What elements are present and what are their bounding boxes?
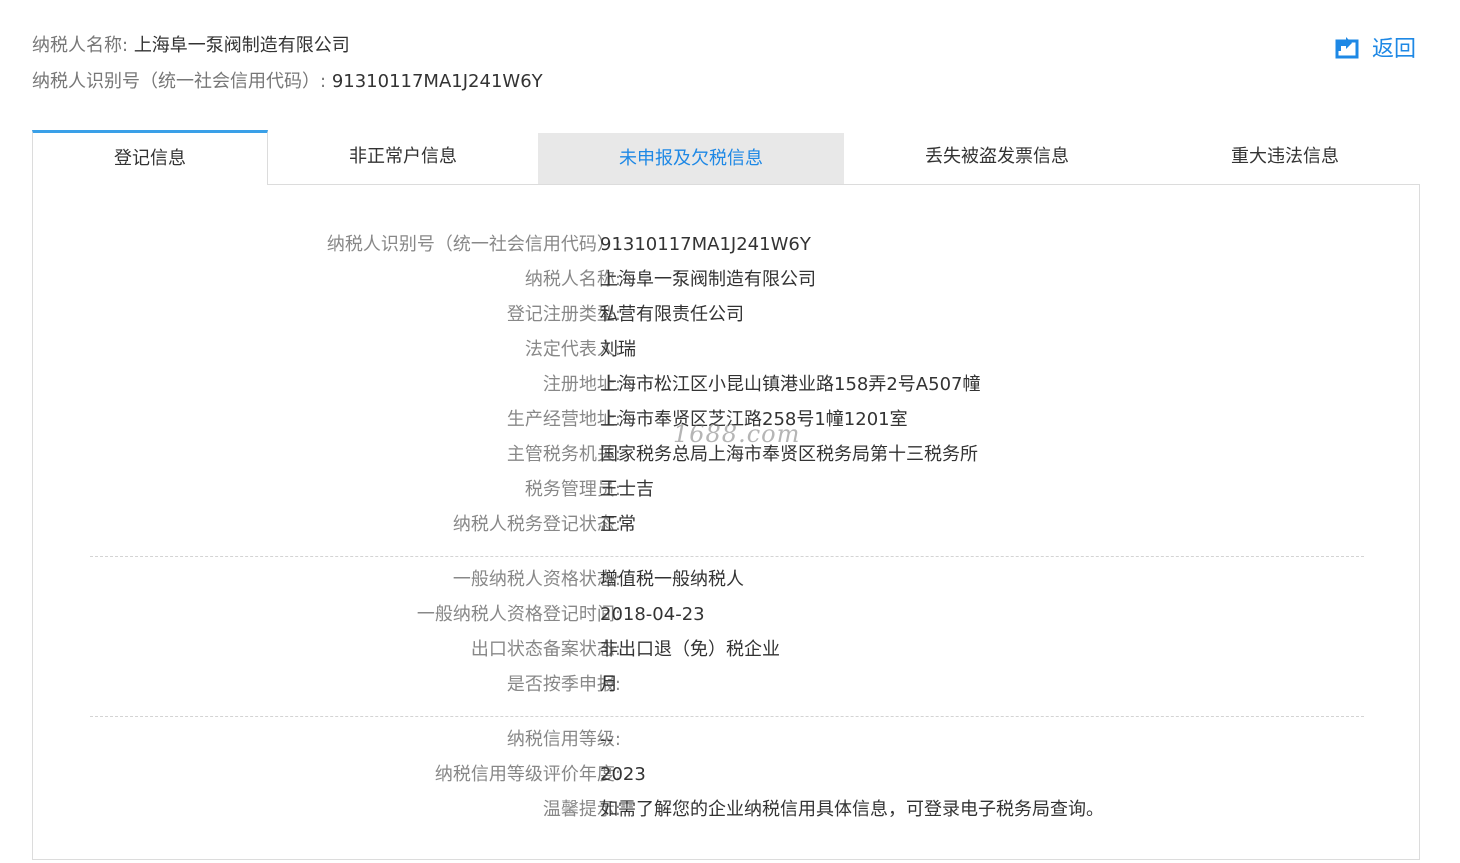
info-value: 刘瑞 xyxy=(600,339,636,360)
info-row-export-status: 出口状态备案状态: 非出口退（免）税企业 xyxy=(33,635,1419,665)
tab-major-violations[interactable]: 重大违法信息 xyxy=(1182,130,1388,184)
section-divider xyxy=(90,716,1364,717)
info-value: 国家税务总局上海市奉贤区税务局第十三税务所 xyxy=(600,444,978,465)
info-label: 纳税人税务登记状态: xyxy=(452,514,621,535)
info-value: 增值税一般纳税人 xyxy=(600,569,744,590)
info-value: 私营有限责任公司 xyxy=(600,304,744,325)
back-button[interactable]: 返回 xyxy=(1334,32,1416,62)
info-label: 一般纳税人资格状态: xyxy=(452,569,621,590)
info-value: 2018-04-23 xyxy=(600,604,705,625)
info-row-general-taxpayer-status: 一般纳税人资格状态: 增值税一般纳税人 xyxy=(33,565,1419,595)
info-row-registration-type: 登记注册类型: 私营有限责任公司 xyxy=(33,300,1419,330)
info-row-tax-administrator: 税务管理员: 王士吉 xyxy=(33,475,1419,505)
info-label: 出口状态备案状态: xyxy=(470,639,621,660)
info-value: 上海阜一泵阀制造有限公司 xyxy=(600,269,816,290)
registration-info-panel: 纳税人识别号（统一社会信用代码）: 91310117MA1J241W6Y 纳税人… xyxy=(32,184,1420,860)
info-value: 非出口退（免）税企业 xyxy=(600,639,780,660)
tab-abnormal-household[interactable]: 非正常户信息 xyxy=(298,130,508,184)
header-taxpayer-id: 纳税人识别号（统一社会信用代码）: 91310117MA1J241W6Y xyxy=(32,70,543,94)
tab-lost-stolen-invoices[interactable]: 丢失被盗发票信息 xyxy=(862,130,1132,184)
info-row-credit-rating-year: 纳税信用等级评价年度: 2023 xyxy=(33,760,1419,790)
info-tabs: 登记信息 非正常户信息 未申报及欠税信息 丢失被盗发票信息 重大违法信息 xyxy=(32,130,1420,185)
info-row-registered-address: 注册地址: 上海市松江区小昆山镇港业路158弄2号A507幢 xyxy=(33,370,1419,400)
info-row-tip: 温馨提示: 如需了解您的企业纳税信用具体信息，可登录电子税务局查询。 xyxy=(33,795,1419,825)
section-divider xyxy=(90,556,1364,557)
info-row-taxpayer-name: 纳税人名称: 上海阜一泵阀制造有限公司 xyxy=(33,265,1419,295)
info-label: 纳税信用等级评价年度: xyxy=(434,764,621,785)
info-label: 纳税人识别号（统一社会信用代码）: xyxy=(326,234,621,255)
info-value: 月 xyxy=(600,674,618,695)
info-value: 上海市松江区小昆山镇港业路158弄2号A507幢 xyxy=(600,374,981,395)
info-row-business-address: 生产经营地址: 上海市奉贤区芝江路258号1幢1201室 xyxy=(33,405,1419,435)
info-row-legal-representative: 法定代表人: 刘瑞 xyxy=(33,335,1419,365)
info-row-registration-status: 纳税人税务登记状态: 正常 xyxy=(33,510,1419,540)
info-row-taxpayer-id: 纳税人识别号（统一社会信用代码）: 91310117MA1J241W6Y xyxy=(33,230,1419,260)
header-id-value: 91310117MA1J241W6Y xyxy=(331,71,543,92)
back-label: 返回 xyxy=(1372,37,1417,62)
info-value: -- xyxy=(600,729,613,750)
header-name-label: 纳税人名称: xyxy=(32,35,129,56)
info-value: 上海市奉贤区芝江路258号1幢1201室 xyxy=(600,409,908,430)
info-row-quarterly-filing: 是否按季申报: 月 xyxy=(33,670,1419,700)
info-value: 王士吉 xyxy=(600,479,654,500)
taxpayer-info-page: 纳税人名称: 上海阜一泵阀制造有限公司 纳税人识别号（统一社会信用代码）: 91… xyxy=(0,0,1460,863)
header-id-label: 纳税人识别号（统一社会信用代码）: xyxy=(32,71,327,92)
info-row-tax-authority: 主管税务机关: 国家税务总局上海市奉贤区税务局第十三税务所 xyxy=(33,440,1419,470)
tab-undeclared-tax-arrears[interactable]: 未申报及欠税信息 xyxy=(538,133,844,184)
back-arrow-icon xyxy=(1335,37,1359,59)
info-value: 如需了解您的企业纳税信用具体信息，可登录电子税务局查询。 xyxy=(600,799,1104,820)
header-taxpayer-name: 纳税人名称: 上海阜一泵阀制造有限公司 xyxy=(32,34,350,58)
info-label: 一般纳税人资格登记时间: xyxy=(416,604,621,625)
info-value: 91310117MA1J241W6Y xyxy=(600,234,811,255)
info-value: 正常 xyxy=(600,514,636,535)
header-name-value: 上海阜一泵阀制造有限公司 xyxy=(133,35,350,56)
tab-registration-info[interactable]: 登记信息 xyxy=(32,130,268,185)
info-row-credit-rating: 纳税信用等级: -- xyxy=(33,725,1419,755)
info-row-general-taxpayer-date: 一般纳税人资格登记时间: 2018-04-23 xyxy=(33,600,1419,630)
info-value: 2023 xyxy=(600,764,646,785)
